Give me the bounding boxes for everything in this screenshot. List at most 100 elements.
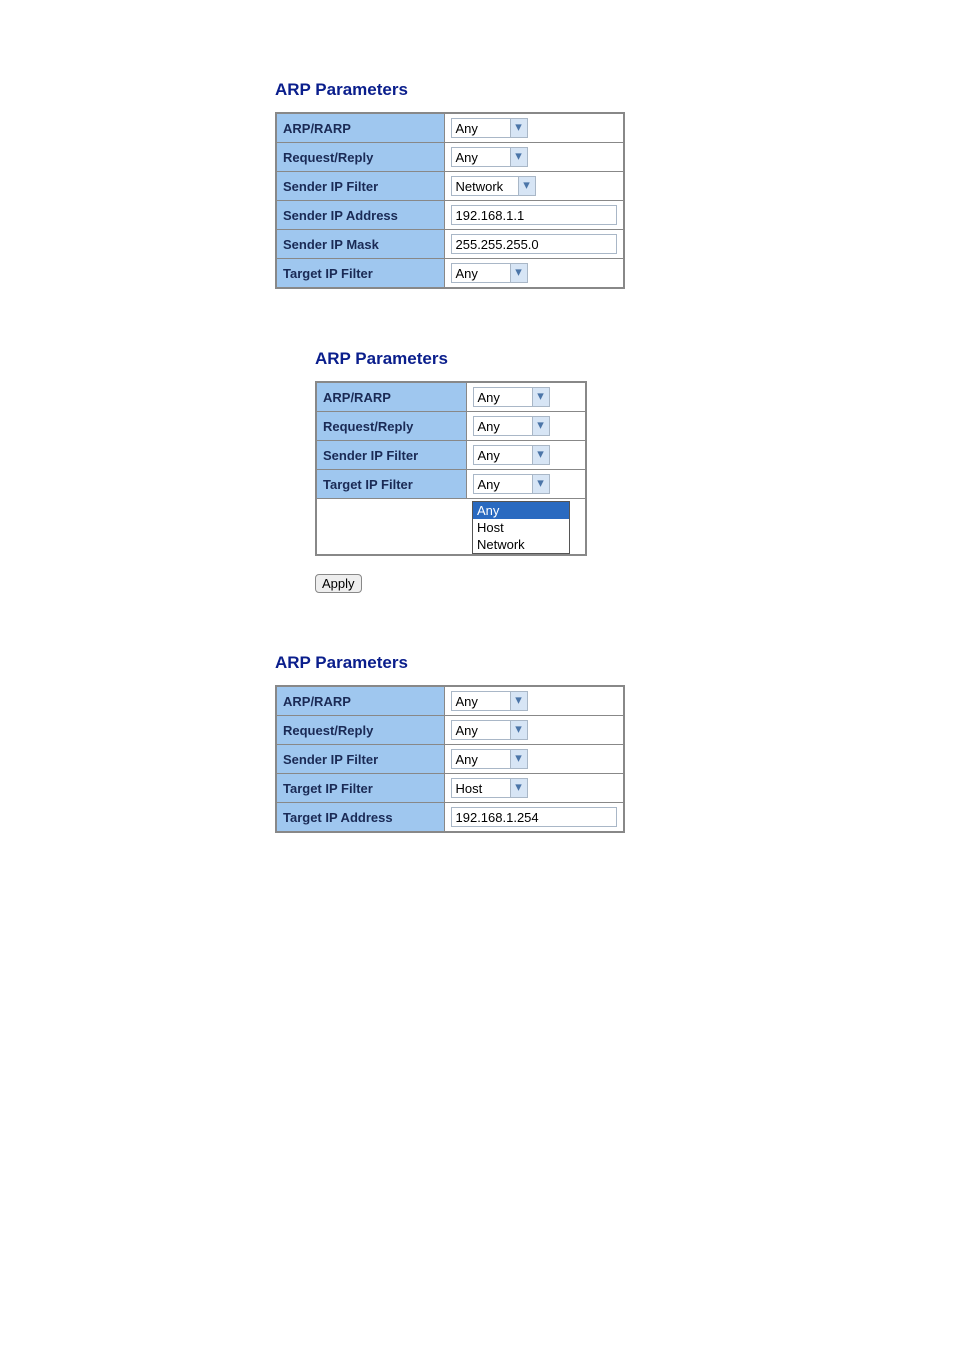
chevron-down-icon: ▾: [532, 446, 549, 464]
target-ip-filter-select[interactable]: Any ▾: [451, 263, 528, 283]
table-row: ARP/RARP Any ▾: [276, 113, 624, 143]
table-row: Sender IP Filter Any ▾: [276, 745, 624, 774]
dropdown-option-network[interactable]: Network: [473, 536, 569, 553]
value-cell: Any ▾: [466, 470, 586, 499]
value-cell: Any ▾: [444, 113, 624, 143]
sender-ip-mask-input[interactable]: [451, 234, 617, 254]
value-cell: Any ▾: [466, 412, 586, 441]
label-sender-ip-filter: Sender IP Filter: [276, 172, 444, 201]
target-ip-filter-select[interactable]: Host ▾: [451, 778, 528, 798]
arp-parameters-section-3: ARP Parameters ARP/RARP Any ▾ Request/Re…: [275, 653, 954, 833]
chevron-down-icon: ▾: [510, 692, 527, 710]
table-row: Sender IP Filter Any ▾: [316, 441, 586, 470]
table-row: Target IP Filter Any ▾: [316, 470, 586, 499]
table-row: ARP/RARP Any ▾: [316, 382, 586, 412]
label-target-ip-filter: Target IP Filter: [276, 259, 444, 289]
label-target-ip-filter: Target IP Filter: [276, 774, 444, 803]
sender-ip-address-input[interactable]: [451, 205, 617, 225]
table-row: Target IP Address: [276, 803, 624, 833]
label-sender-ip-address: Sender IP Address: [276, 201, 444, 230]
value-cell: Any ▾: [444, 745, 624, 774]
dropdown-option-any[interactable]: Any: [473, 502, 569, 519]
value-cell: Any ▾: [444, 716, 624, 745]
sender-ip-filter-select[interactable]: Any ▾: [473, 445, 550, 465]
section-title: ARP Parameters: [275, 653, 954, 673]
value-cell: Any ▾: [444, 143, 624, 172]
chevron-down-icon: ▾: [510, 750, 527, 768]
apply-button[interactable]: Apply: [315, 574, 362, 593]
chevron-down-icon: ▾: [510, 119, 527, 137]
select-text: Any: [474, 419, 532, 434]
table-row: Sender IP Mask: [276, 230, 624, 259]
table-row: Request/Reply Any ▾: [276, 716, 624, 745]
select-text: Network: [452, 179, 518, 194]
table-row: Sender IP Address: [276, 201, 624, 230]
value-cell: Any ▾: [466, 382, 586, 412]
table-row: Sender IP Filter Network ▾: [276, 172, 624, 201]
arp-rarp-select[interactable]: Any ▾: [451, 118, 528, 138]
label-request-reply: Request/Reply: [276, 143, 444, 172]
dropdown-open-row: Any Host Network: [316, 499, 586, 556]
arp-rarp-select[interactable]: Any ▾: [473, 387, 550, 407]
label-sender-ip-filter: Sender IP Filter: [316, 441, 466, 470]
label-sender-ip-mask: Sender IP Mask: [276, 230, 444, 259]
select-text: Any: [452, 723, 510, 738]
sender-ip-filter-select[interactable]: Any ▾: [451, 749, 528, 769]
chevron-down-icon: ▾: [532, 417, 549, 435]
table-row: Request/Reply Any ▾: [276, 143, 624, 172]
arp-parameters-section-1: ARP Parameters ARP/RARP Any ▾ Request/Re…: [275, 80, 954, 289]
label-arp-rarp: ARP/RARP: [276, 686, 444, 716]
select-text: Any: [452, 121, 510, 136]
target-ip-filter-dropdown-list[interactable]: Any Host Network: [472, 501, 570, 554]
select-text: Any: [452, 694, 510, 709]
arp-parameters-table: ARP/RARP Any ▾ Request/Reply Any ▾ Sende…: [275, 112, 625, 289]
empty-cell: [316, 499, 466, 556]
value-cell: Any ▾: [444, 686, 624, 716]
chevron-down-icon: ▾: [510, 779, 527, 797]
chevron-down-icon: ▾: [532, 475, 549, 493]
select-text: Any: [474, 477, 532, 492]
section-title: ARP Parameters: [315, 349, 954, 369]
target-ip-filter-select[interactable]: Any ▾: [473, 474, 550, 494]
table-row: Target IP Filter Any ▾: [276, 259, 624, 289]
label-arp-rarp: ARP/RARP: [276, 113, 444, 143]
request-reply-select[interactable]: Any ▾: [451, 720, 528, 740]
label-request-reply: Request/Reply: [276, 716, 444, 745]
value-cell: Any ▾: [444, 259, 624, 289]
select-text: Any: [474, 390, 532, 405]
chevron-down-icon: ▾: [510, 721, 527, 739]
chevron-down-icon: ▾: [510, 264, 527, 282]
arp-parameters-table: ARP/RARP Any ▾ Request/Reply Any ▾ Sende…: [315, 381, 587, 556]
select-text: Any: [452, 150, 510, 165]
label-target-ip-filter: Target IP Filter: [316, 470, 466, 499]
value-cell: Network ▾: [444, 172, 624, 201]
label-request-reply: Request/Reply: [316, 412, 466, 441]
dropdown-option-host[interactable]: Host: [473, 519, 569, 536]
select-text: Any: [474, 448, 532, 463]
chevron-down-icon: ▾: [518, 177, 535, 195]
select-text: Any: [452, 266, 510, 281]
section-title: ARP Parameters: [275, 80, 954, 100]
label-target-ip-address: Target IP Address: [276, 803, 444, 833]
table-row: Target IP Filter Host ▾: [276, 774, 624, 803]
request-reply-select[interactable]: Any ▾: [451, 147, 528, 167]
chevron-down-icon: ▾: [532, 388, 549, 406]
request-reply-select[interactable]: Any ▾: [473, 416, 550, 436]
value-cell: [444, 230, 624, 259]
value-cell: Host ▾: [444, 774, 624, 803]
target-ip-address-input[interactable]: [451, 807, 617, 827]
table-row: ARP/RARP Any ▾: [276, 686, 624, 716]
table-row: Request/Reply Any ▾: [316, 412, 586, 441]
chevron-down-icon: ▾: [510, 148, 527, 166]
label-arp-rarp: ARP/RARP: [316, 382, 466, 412]
arp-parameters-table: ARP/RARP Any ▾ Request/Reply Any ▾ Sende…: [275, 685, 625, 833]
arp-rarp-select[interactable]: Any ▾: [451, 691, 528, 711]
value-cell: [444, 201, 624, 230]
apply-row: Apply: [315, 574, 954, 593]
select-text: Any: [452, 752, 510, 767]
sender-ip-filter-select[interactable]: Network ▾: [451, 176, 536, 196]
label-sender-ip-filter: Sender IP Filter: [276, 745, 444, 774]
value-cell: Any ▾: [466, 441, 586, 470]
dropdown-cell: Any Host Network: [466, 499, 586, 556]
select-text: Host: [452, 781, 510, 796]
